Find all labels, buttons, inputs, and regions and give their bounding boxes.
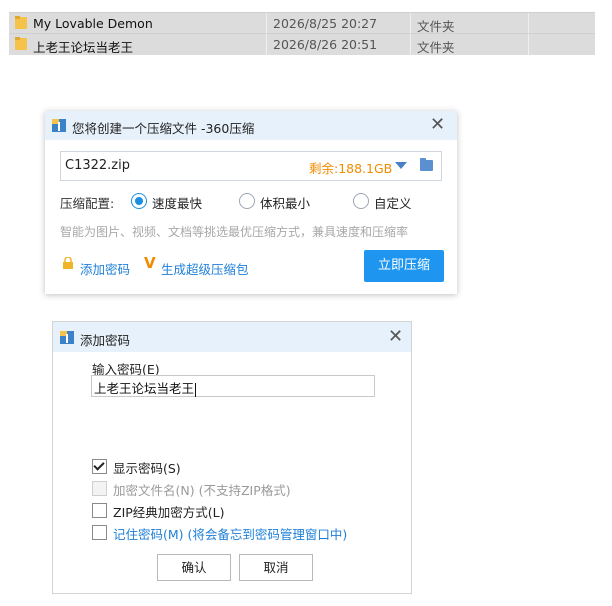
remember-password-checkbox[interactable] bbox=[92, 525, 107, 540]
super-package-link[interactable]: 生成超级压缩包 bbox=[161, 259, 249, 278]
file-date: 2026/8/26 20:51 bbox=[273, 37, 378, 52]
file-row[interactable]: 上老王论坛当老王 2026/8/26 20:51 文件夹 bbox=[9, 33, 595, 55]
ok-button[interactable]: 确认 bbox=[157, 554, 231, 581]
radio-fastest[interactable] bbox=[131, 193, 147, 209]
column-divider bbox=[410, 34, 411, 55]
browse-folder-icon[interactable] bbox=[420, 158, 433, 171]
compress-hint: 智能为图片、视频、文档等挑选最优压缩方式，兼具速度和压缩率 bbox=[60, 225, 409, 239]
output-path-field[interactable]: C1322.zip 剩余:188.1GB bbox=[60, 151, 442, 181]
free-space-label: 剩余:188.1GB bbox=[309, 161, 393, 176]
remember-password-label[interactable]: 记住密码(M) (将会备忘到密码管理窗口中) bbox=[113, 524, 347, 543]
close-icon[interactable]: ✕ bbox=[388, 326, 403, 347]
option-fastest-label[interactable]: 速度最快 bbox=[152, 193, 202, 212]
zip-classic-checkbox[interactable] bbox=[92, 503, 107, 518]
text-caret bbox=[195, 382, 197, 397]
dialog-header: 添加密码 ✕ bbox=[53, 322, 411, 352]
radio-custom[interactable] bbox=[353, 193, 369, 209]
cancel-button[interactable]: 取消 bbox=[239, 554, 313, 581]
column-divider bbox=[410, 13, 411, 34]
column-divider bbox=[528, 13, 529, 34]
encrypt-filename-label: 加密文件名(N) (不支持ZIP格式) bbox=[113, 483, 291, 498]
close-icon[interactable]: ✕ bbox=[430, 114, 445, 135]
column-divider bbox=[266, 13, 267, 34]
password-input[interactable]: 上老王论坛当老王 bbox=[91, 375, 375, 397]
file-name: 上老王论坛当老王 bbox=[33, 40, 134, 55]
dialog-title: 您将创建一个压缩文件 -360压缩 bbox=[72, 121, 255, 136]
lock-icon bbox=[63, 257, 73, 269]
folder-icon bbox=[15, 16, 27, 29]
option-smallest-label[interactable]: 体积最小 bbox=[260, 193, 310, 212]
add-password-link[interactable]: 添加密码 bbox=[80, 259, 130, 278]
compress-dialog: 您将创建一个压缩文件 -360压缩 ✕ C1322.zip 剩余:188.1GB… bbox=[45, 111, 457, 294]
column-divider bbox=[266, 34, 267, 55]
folder-icon bbox=[15, 37, 27, 50]
zip-classic-label[interactable]: ZIP经典加密方式(L) bbox=[113, 502, 225, 521]
password-dialog: 添加密码 ✕ 输入密码(E) 上老王论坛当老王 显示密码(S) 加密文件名(N)… bbox=[52, 321, 412, 594]
vip-icon: V bbox=[144, 254, 156, 272]
file-type: 文件夹 bbox=[417, 40, 455, 55]
archive-app-icon bbox=[60, 331, 74, 344]
dialog-title: 添加密码 bbox=[80, 333, 131, 348]
archive-app-icon bbox=[52, 119, 66, 132]
show-password-checkbox[interactable] bbox=[92, 459, 107, 474]
compress-now-button[interactable]: 立即压缩 bbox=[364, 250, 444, 282]
file-row[interactable]: My Lovable Demon 2026/8/25 20:27 文件夹 bbox=[9, 12, 595, 34]
encrypt-filename-checkbox[interactable] bbox=[92, 481, 107, 496]
show-password-label[interactable]: 显示密码(S) bbox=[113, 458, 181, 477]
dialog-header: 您将创建一个压缩文件 -360压缩 ✕ bbox=[45, 111, 457, 140]
radio-smallest[interactable] bbox=[239, 193, 255, 209]
file-name: My Lovable Demon bbox=[33, 16, 153, 31]
chevron-down-icon[interactable] bbox=[395, 162, 407, 169]
config-label: 压缩配置: bbox=[60, 196, 115, 211]
option-custom-label[interactable]: 自定义 bbox=[374, 193, 412, 212]
column-divider bbox=[528, 34, 529, 55]
password-value: 上老王论坛当老王 bbox=[94, 381, 195, 396]
file-date: 2026/8/25 20:27 bbox=[273, 16, 378, 31]
output-filename[interactable]: C1322.zip bbox=[65, 158, 130, 173]
